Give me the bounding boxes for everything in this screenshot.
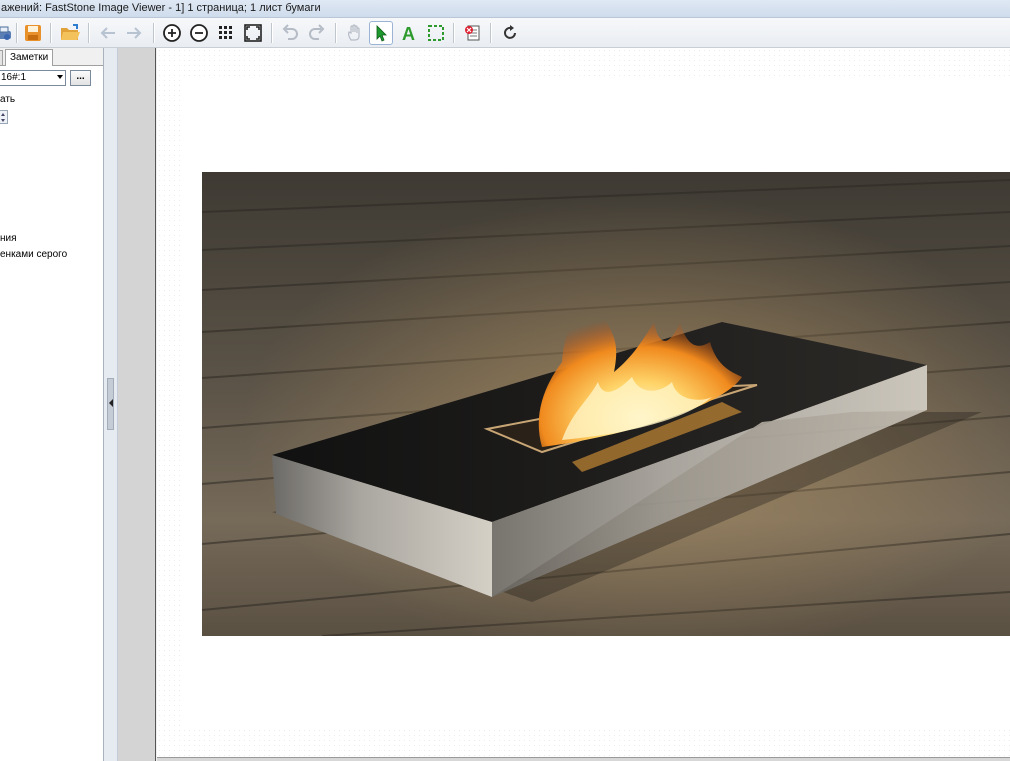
save-icon[interactable] bbox=[21, 21, 45, 45]
forward-arrow-icon[interactable] bbox=[122, 21, 146, 45]
pointer-icon[interactable] bbox=[369, 21, 393, 45]
option-label-3: енками серого bbox=[0, 249, 68, 260]
zoom-out-icon[interactable] bbox=[187, 21, 211, 45]
page-size-select[interactable]: 16#:1 bbox=[0, 70, 66, 86]
hand-icon[interactable] bbox=[343, 21, 367, 45]
refresh-icon[interactable] bbox=[498, 21, 522, 45]
preview-margin bbox=[118, 48, 156, 761]
option-label-1: ать bbox=[0, 94, 16, 105]
text-icon[interactable]: A bbox=[397, 21, 421, 45]
preview-bottom-edge bbox=[157, 757, 1010, 761]
select-rect-icon[interactable] bbox=[424, 21, 448, 45]
tab-notes[interactable]: Заметки bbox=[5, 49, 54, 66]
fit-window-icon[interactable] bbox=[241, 21, 265, 45]
title-bar: ажений: FastStone Image Viewer - 1] 1 ст… bbox=[0, 0, 1010, 18]
back-arrow-icon[interactable] bbox=[96, 21, 120, 45]
zoom-in-icon[interactable] bbox=[160, 21, 184, 45]
undo-icon[interactable] bbox=[278, 21, 302, 45]
options-panel: Заметки 16#:1 ... ать ния енками серого bbox=[0, 48, 104, 761]
delete-page-icon[interactable] bbox=[461, 21, 485, 45]
redo-icon[interactable] bbox=[305, 21, 329, 45]
spinner-control[interactable] bbox=[0, 110, 8, 124]
print-icon[interactable] bbox=[0, 21, 16, 45]
panel-splitter[interactable] bbox=[104, 48, 118, 761]
toolbar: A bbox=[0, 18, 1010, 48]
fireplace-photo[interactable] bbox=[202, 172, 1010, 636]
tab-hidden[interactable] bbox=[0, 50, 3, 66]
open-folder-icon[interactable] bbox=[58, 21, 82, 45]
more-options-button[interactable]: ... bbox=[70, 70, 91, 86]
grid-icon[interactable] bbox=[214, 21, 238, 45]
collapse-arrow-icon[interactable] bbox=[107, 378, 114, 430]
window-title: ажений: FastStone Image Viewer - 1] 1 ст… bbox=[1, 2, 321, 14]
option-label-2: ния bbox=[0, 233, 17, 244]
panel-tabstrip: Заметки bbox=[0, 48, 103, 66]
page-size-value: 16#:1 bbox=[1, 72, 27, 83]
svg-text:A: A bbox=[402, 24, 415, 43]
chevron-down-icon bbox=[57, 75, 63, 79]
print-preview-area bbox=[157, 48, 1010, 761]
